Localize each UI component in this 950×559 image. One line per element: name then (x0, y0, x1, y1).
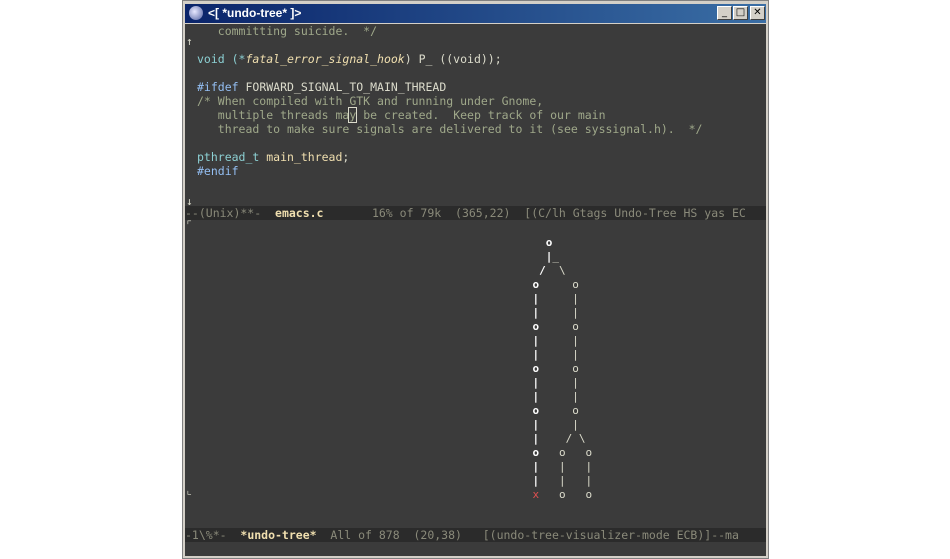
maximize-button[interactable]: □ (733, 6, 748, 20)
undo-tree-row[interactable]: | / \ (453, 432, 592, 446)
minimize-button[interactable]: _ (717, 6, 732, 20)
bottom-left-fringe-icon: ⌞ (186, 484, 193, 497)
code-line[interactable]: void (*fatal_error_signal_hook) P_ ((voi… (197, 52, 502, 66)
emacs-frame: committing suicide. */ ↑ void (*fatal_er… (185, 24, 766, 556)
undo-tree-row[interactable]: o (453, 236, 592, 250)
undo-tree-row[interactable]: | | (453, 306, 592, 320)
close-button[interactable]: ✕ (750, 6, 765, 20)
undo-tree-row[interactable]: / \ (453, 264, 592, 278)
undo-tree-row[interactable]: x o o (453, 488, 592, 502)
undo-tree-row[interactable]: o o (453, 278, 592, 292)
code-line[interactable]: #ifdef FORWARD_SIGNAL_TO_MAIN_THREAD (197, 80, 446, 94)
mode-line-bottom[interactable]: -1\%*- *undo-tree* All of 878 (20,38) [(… (185, 528, 766, 542)
undo-tree-row[interactable]: | | (453, 292, 592, 306)
title-bar[interactable]: <[ *undo-tree* ]> _ □ ✕ (185, 4, 766, 23)
code-line[interactable]: #endif (197, 164, 239, 178)
undo-tree-visualizer[interactable]: o |_ / \ o o | | | | o o | | | | o o | |… (453, 236, 592, 502)
code-line[interactable]: thread to make sure signals are delivere… (197, 122, 703, 136)
top-left-fringe-icon: ⌜ (186, 218, 193, 231)
undo-tree-row[interactable]: | | (453, 334, 592, 348)
undo-tree-row[interactable]: | | (453, 390, 592, 404)
scroll-up-fringe-icon: ↑ (186, 35, 193, 48)
code-line[interactable]: multiple threads may be created. Keep tr… (197, 107, 606, 123)
undo-tree-row[interactable]: | | | (453, 474, 592, 488)
buffer-name: *undo-tree* (240, 528, 317, 542)
emacs-window: <[ *undo-tree* ]> _ □ ✕ committing suici… (182, 0, 769, 559)
mode-line-top[interactable]: --(Unix)**- emacs.c 16% of 79k (365,22) … (185, 206, 766, 220)
undo-tree-row[interactable]: o o (453, 320, 592, 334)
emacs-app-icon[interactable] (189, 6, 203, 20)
undo-tree-row[interactable]: |_ (453, 250, 592, 264)
buffer-name: emacs.c (275, 206, 324, 220)
window-title: <[ *undo-tree* ]> (208, 6, 302, 20)
code-line[interactable]: /* When compiled with GTK and running un… (197, 94, 543, 108)
undo-tree-row[interactable]: o o o (453, 446, 592, 460)
undo-tree-row[interactable]: o o (453, 362, 592, 376)
undo-tree-row[interactable]: | | (453, 418, 592, 432)
code-line[interactable]: committing suicide. */ (197, 24, 377, 38)
undo-tree-row[interactable]: | | (453, 376, 592, 390)
undo-tree-row[interactable]: | | (453, 348, 592, 362)
undo-tree-row[interactable]: | | | (453, 460, 592, 474)
code-line[interactable]: pthread_t main_thread; (197, 150, 349, 164)
undo-tree-row[interactable]: o o (453, 404, 592, 418)
